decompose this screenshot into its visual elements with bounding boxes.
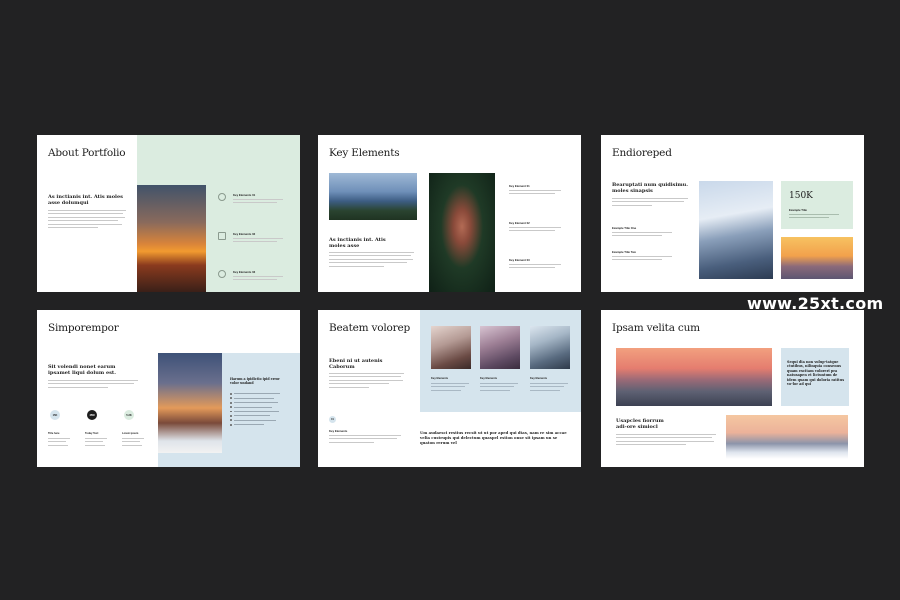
side-heading: Sequi dia non volup-tatque ctutibus, nil… <box>787 360 845 387</box>
leaf-moth-photo <box>429 173 495 292</box>
stat-circle: 45M <box>87 410 97 420</box>
stat-label: Lorem ipsum <box>122 432 139 435</box>
stat-circle: 15K <box>50 410 60 420</box>
key-element-label: Key Element 02 <box>509 221 530 225</box>
photo-label: Key Elements <box>431 377 449 380</box>
stat-value: 150K <box>789 191 813 201</box>
key-element-label: Key Elements 01 <box>233 193 256 197</box>
peach-mountain-photo <box>726 415 848 459</box>
slide-title: Beatem volorep <box>329 322 411 334</box>
slide-title: Ipsam velita cum <box>612 322 700 334</box>
stat-label: Title here <box>48 432 60 435</box>
slide-heading: As inctianis int. Atis moles asse <box>329 237 386 249</box>
slide-title: About Portfolio <box>48 147 126 159</box>
key-label: Key Elements <box>329 429 348 433</box>
photo-text <box>431 383 469 393</box>
stat-label: Example Title <box>789 208 807 212</box>
watermark: www.25xt.com <box>747 294 884 313</box>
side-heading: Harum a ipidictio ipid error volor undan… <box>230 377 280 386</box>
photo-text <box>530 383 568 393</box>
key-element-text <box>233 276 283 283</box>
slide-beatem-volorep[interactable]: Beatem volorep Ebeni ni ut autenis Cabor… <box>318 310 581 467</box>
example-label: Example Title Two <box>612 250 637 254</box>
rock-photo <box>530 326 570 369</box>
slide-about-portfolio[interactable]: About Portfolio As inctianis int. Atis m… <box>37 135 300 292</box>
key-element-text <box>233 238 283 245</box>
snow-mountain-photo <box>699 181 773 279</box>
body-text <box>48 380 138 390</box>
key-text <box>329 435 401 445</box>
key-element-label: Key Elements 03 <box>233 270 256 274</box>
slide-heading: Usapcles fiorrum adi-ore simiocl <box>616 418 664 430</box>
stat-card <box>781 181 853 229</box>
mountain-forest-photo <box>329 173 417 220</box>
key-element-label: Key Element 03 <box>509 258 530 262</box>
stat-text <box>789 214 839 221</box>
photo-text <box>480 383 518 393</box>
photo-label: Key Elements <box>480 377 498 380</box>
body-text <box>329 373 404 390</box>
slide-title: Key Elements <box>329 147 400 159</box>
number-badge: 01 <box>329 416 336 423</box>
body-text <box>48 210 126 230</box>
slide-title: Endioreped <box>612 147 672 159</box>
key-element-label: Key Element 01 <box>509 184 530 188</box>
rock-photo <box>480 326 520 369</box>
key-element-text <box>509 227 561 234</box>
target-icon <box>218 270 226 278</box>
stat-text <box>85 438 107 448</box>
slide-endioreped[interactable]: Endioreped Bearuptati num quidisimu. mol… <box>601 135 864 292</box>
gear-icon <box>218 193 226 201</box>
stat-text <box>48 438 70 448</box>
slide-heading: Sit volendi nonet earum ipsamet liqui do… <box>48 364 116 376</box>
orange-mountain-photo <box>781 237 853 279</box>
pink-mountain-photo <box>616 348 772 406</box>
body-text <box>329 252 414 269</box>
sunset-photo <box>137 185 206 292</box>
bullet-list <box>230 393 280 428</box>
key-element-label: Key Elements 02 <box>233 232 256 236</box>
mountain-clouds-photo <box>158 353 222 453</box>
example-text <box>612 256 672 263</box>
stat-label: Today Text <box>85 432 99 435</box>
slide-heading: Bearuptati num quidisimu. moles sinapsis <box>612 182 689 194</box>
key-element-text <box>233 199 283 206</box>
key-element-text <box>509 190 561 197</box>
slide-heading: As inctianis int. Atis moles asse dolumq… <box>48 194 123 206</box>
slide-simporempor[interactable]: Simporempor Sit volendi nonet earum ipsa… <box>37 310 300 467</box>
rock-photo <box>431 326 471 369</box>
stat-circle: 5.3K <box>124 410 134 420</box>
example-label: Example Title One <box>612 226 637 230</box>
key-element-text <box>509 264 561 271</box>
stat-text <box>122 438 144 448</box>
photo-label: Key Elements <box>530 377 548 380</box>
slide-heading: Ebeni ni ut autenis Caborum <box>329 358 383 370</box>
body-text <box>616 434 716 448</box>
slide-title: Simporempor <box>48 322 119 334</box>
slide-key-elements[interactable]: Key Elements As inctianis int. Atis mole… <box>318 135 581 292</box>
body-text <box>612 198 688 208</box>
slide-ipsam-velita-cum[interactable]: Ipsam velita cum Sequi dia non volup-tat… <box>601 310 864 467</box>
chart-icon <box>218 232 226 240</box>
example-text <box>612 232 672 239</box>
quote-text: Um audaesci restius recsit ut ut por ape… <box>420 430 567 445</box>
